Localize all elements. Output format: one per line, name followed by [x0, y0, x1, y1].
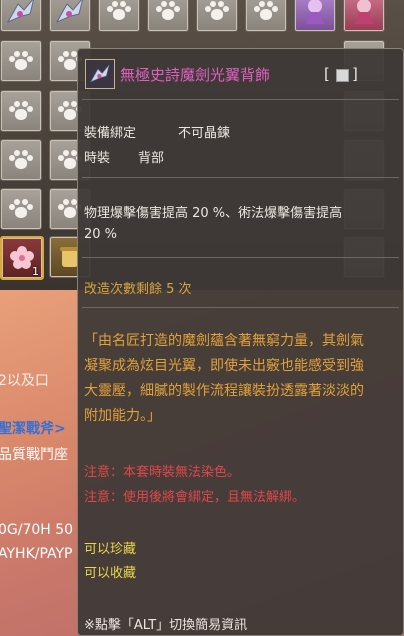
title-bracket-open: [ — [324, 65, 330, 83]
paw-placeholder-icon — [8, 149, 34, 171]
paw-placeholder-icon — [8, 50, 34, 72]
effect-text: 物理爆擊傷害提高 20 %、術法爆擊傷害提高 — [84, 206, 343, 221]
alt-hint: ※點擊「ALT」切換簡易資訊 — [84, 618, 248, 633]
inventory-slot-costume[interactable] — [343, 0, 385, 32]
crystal-status: 不可晶鍊 — [178, 126, 231, 141]
item-icon — [85, 59, 115, 89]
modify-count: 改造次數剩餘 5 次 — [84, 282, 192, 297]
title-bracket-close: ] — [352, 65, 358, 83]
description-text: 附加能力。」 — [84, 408, 161, 424]
paw-placeholder-icon — [8, 100, 34, 122]
inventory-slot-empty[interactable] — [147, 0, 189, 32]
inventory-slot-flower[interactable]: 1 — [0, 236, 44, 280]
wing-item-icon — [90, 64, 110, 83]
inventory-slot-empty[interactable] — [98, 0, 140, 32]
inventory-slot-costume[interactable] — [294, 0, 336, 32]
stream-text: 品質戰鬥座 — [0, 447, 68, 463]
inventory-slot-empty[interactable] — [0, 139, 42, 181]
costume-item-icon — [306, 0, 324, 24]
inventory-slot-empty[interactable] — [196, 0, 238, 32]
description-text: 大靈壓，細膩的製作流程讓裝扮透露著淡淡的 — [84, 383, 364, 399]
inventory-slot-wing[interactable] — [49, 0, 91, 32]
divider — [82, 177, 399, 178]
item-name: 無極史詩魔劍光翼背飾 — [120, 66, 271, 84]
paw-placeholder-icon — [8, 198, 34, 220]
stream-text: 0G/70H 50 — [0, 522, 74, 538]
item-type-value: 背部 — [138, 151, 165, 166]
stream-text: 聖潔戰斧> — [0, 421, 66, 437]
paw-placeholder-icon — [204, 0, 230, 22]
inventory-slot-empty[interactable] — [245, 0, 287, 32]
divider — [82, 307, 399, 308]
divider — [82, 99, 399, 100]
item-tooltip: 無極史詩魔劍光翼背飾 [ ] 裝備綁定 不可晶鍊 時裝 背部 物理爆擊傷害提高 … — [77, 48, 404, 636]
item-quantity: 1 — [32, 265, 39, 278]
paw-placeholder-icon — [106, 0, 132, 22]
stream-text: 2以及口 — [0, 373, 49, 389]
inventory-slot-wing[interactable] — [0, 0, 42, 32]
wing-item-icon — [55, 0, 84, 24]
warning-note: 注意：使用後將會綁定，且無法解綁。 — [84, 490, 306, 505]
paw-placeholder-icon — [155, 0, 181, 22]
item-type-label: 時裝 — [84, 151, 111, 166]
inventory-slot-empty[interactable] — [0, 40, 42, 82]
description-text: 凝聚成為炫目光翼，即使未出竅也能感受到強 — [84, 358, 364, 374]
collect-status: 可以收藏 — [84, 566, 137, 581]
stream-text: AYHK/PAYP — [0, 546, 73, 562]
inventory-slot-empty[interactable] — [0, 188, 42, 230]
treasure-status: 可以珍藏 — [84, 542, 137, 557]
warning-note: 注意：本套時裝無法染色。 — [84, 465, 241, 480]
effect-text: 20 % — [84, 227, 118, 242]
paw-placeholder-icon — [253, 0, 279, 22]
slot-square-icon — [336, 69, 349, 82]
divider — [82, 257, 399, 258]
description-text: 「由名匠打造的魔劍蘊含著無窮力量，其劍氣 — [84, 333, 364, 349]
costume-item-icon — [355, 0, 373, 24]
inventory-slot-empty[interactable] — [0, 90, 42, 132]
bind-status: 裝備綁定 — [84, 126, 137, 141]
wing-item-icon — [6, 0, 35, 24]
